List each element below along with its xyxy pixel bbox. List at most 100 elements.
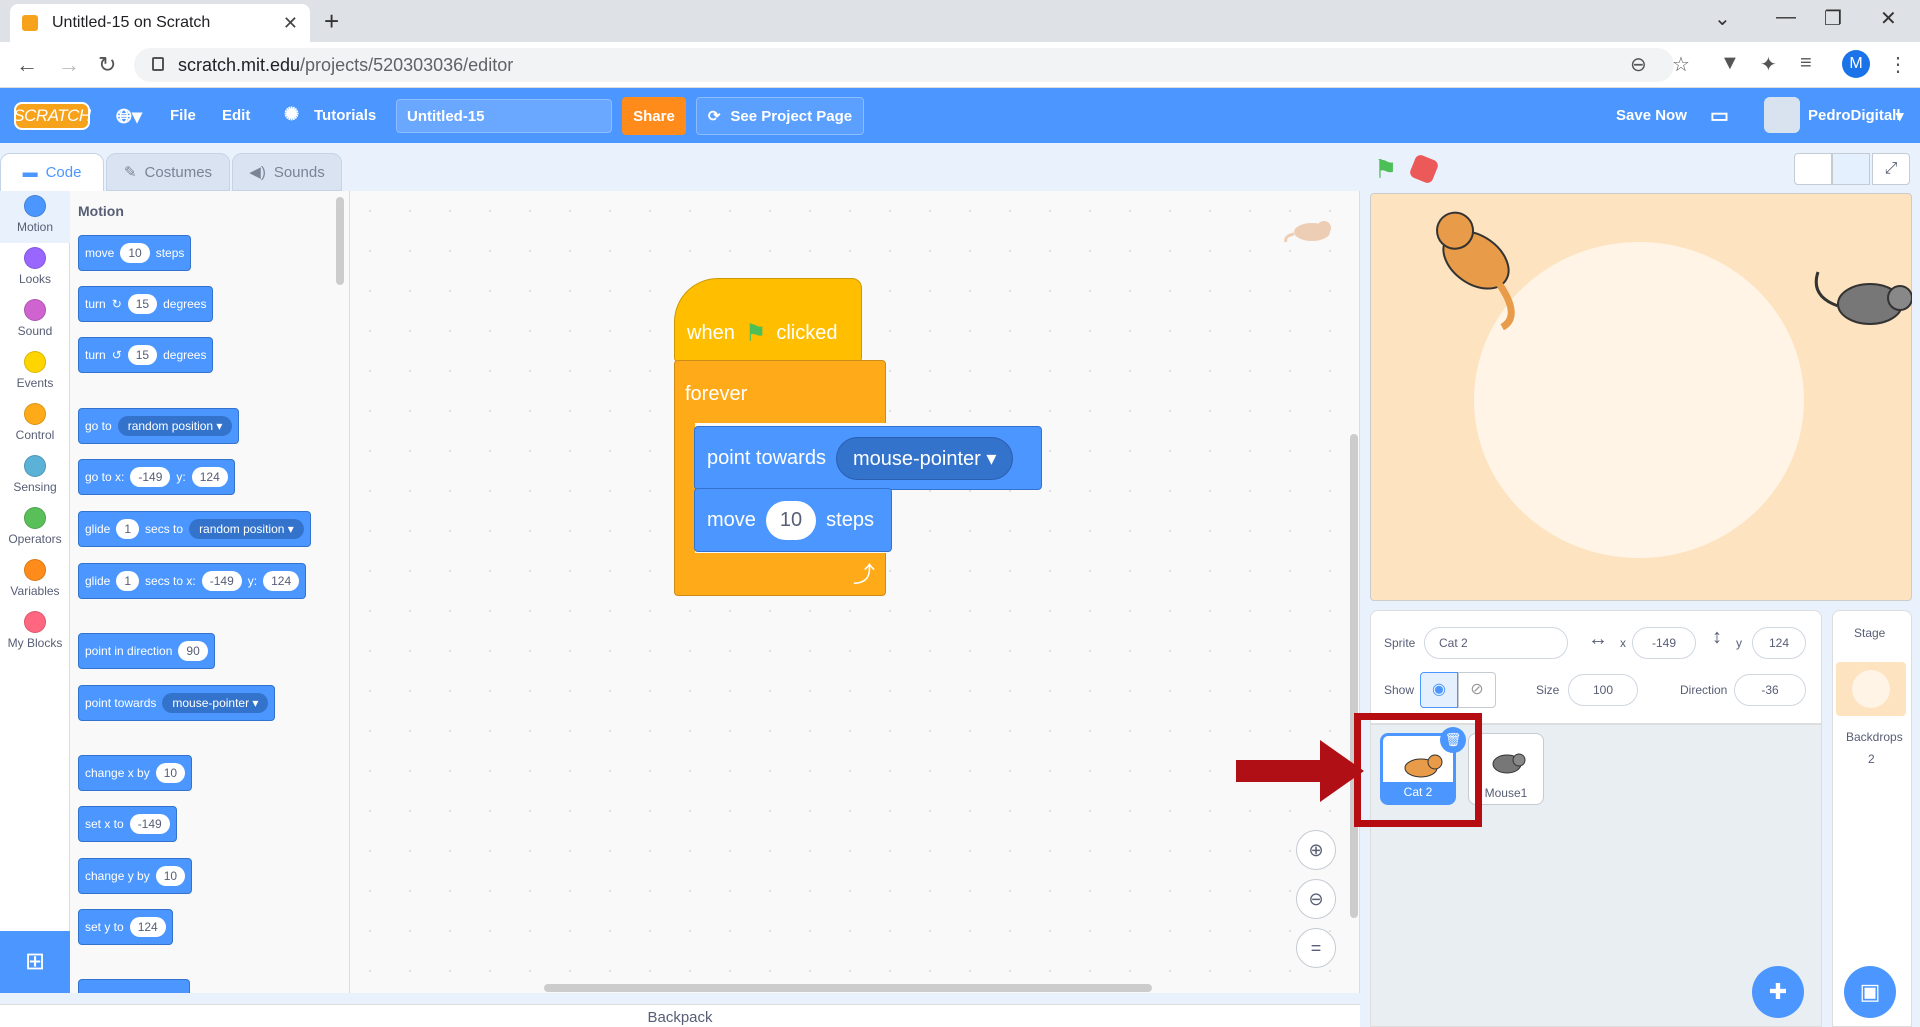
block-glide[interactable]: glide 1 secs to random position ▾ xyxy=(78,511,311,547)
block-input[interactable]: 124 xyxy=(129,917,166,937)
sprite-name-input[interactable]: Cat 2 xyxy=(1424,627,1568,659)
choose-backdrop-icon[interactable]: ▣ xyxy=(1844,966,1896,1018)
direction-input[interactable]: -36 xyxy=(1734,674,1806,706)
browser-tab[interactable]: Untitled-15 on Scratch ✕ xyxy=(10,4,310,42)
tab-code[interactable]: ▬ Code xyxy=(0,153,104,191)
move-steps-block[interactable]: move 10 steps xyxy=(694,488,892,552)
block-input[interactable]: 124 xyxy=(191,467,228,487)
block-input[interactable]: 90 xyxy=(178,641,208,661)
block-point-towards[interactable]: point towards mouse-pointer ▾ xyxy=(78,685,276,721)
block-turn-right[interactable]: turn ↻ 15 degrees xyxy=(78,286,214,322)
y-input[interactable]: 124 xyxy=(1752,627,1806,659)
size-input[interactable]: 100 xyxy=(1568,674,1638,706)
block-input[interactable]: -149 xyxy=(130,467,171,487)
palette-scrollbar[interactable] xyxy=(336,197,344,285)
save-now-button[interactable]: Save Now xyxy=(1616,107,1687,124)
block-dropdown[interactable]: mouse-pointer ▾ xyxy=(162,693,269,713)
block-input[interactable]: 124 xyxy=(263,571,300,591)
zoom-icon[interactable]: ⊖ xyxy=(1630,52,1647,77)
zoom-in-icon[interactable]: ⊕ xyxy=(1296,830,1336,870)
puzzle-icon[interactable]: ✦ xyxy=(1760,52,1777,77)
category-my-blocks[interactable]: My Blocks xyxy=(0,607,70,659)
bookmark-star-icon[interactable]: ☆ xyxy=(1672,52,1690,77)
point-towards-dropdown[interactable]: mouse-pointer ▾ xyxy=(835,436,1014,480)
username-menu[interactable]: PedroDigitall xyxy=(1808,107,1901,124)
folder-icon[interactable]: ▭ xyxy=(1710,103,1729,128)
see-project-page-button[interactable]: ⟳ See Project Page xyxy=(696,97,864,135)
tutorials-menu[interactable]: Tutorials xyxy=(314,107,376,124)
normal-stage-icon[interactable] xyxy=(1832,153,1870,185)
media-icon[interactable]: ≡ xyxy=(1800,52,1812,75)
block-set-y[interactable]: set y to 124 xyxy=(78,909,173,945)
category-sensing[interactable]: Sensing xyxy=(0,451,70,503)
user-avatar[interactable] xyxy=(1764,97,1800,133)
block-go-to[interactable]: go to random position ▾ xyxy=(78,408,240,444)
category-events[interactable]: Events xyxy=(0,347,70,399)
green-flag-icon[interactable]: ⚑ xyxy=(1374,154,1397,185)
cat-sprite[interactable] xyxy=(1416,200,1556,331)
share-button[interactable]: Share xyxy=(622,97,686,135)
new-tab-button[interactable]: + xyxy=(324,6,339,37)
category-motion[interactable]: Motion xyxy=(0,191,70,243)
restore-icon[interactable]: ❐ xyxy=(1824,6,1842,31)
tab-sounds[interactable]: ◀) Sounds xyxy=(232,153,342,191)
block-input[interactable]: 1 xyxy=(116,571,140,591)
extension-icon[interactable]: ▼ xyxy=(1720,52,1740,75)
hide-eye-icon[interactable]: ⊘ xyxy=(1458,672,1496,708)
block-input[interactable]: 10 xyxy=(155,763,186,783)
tab-costumes[interactable]: ✎ Costumes xyxy=(106,153,230,191)
small-stage-icon[interactable] xyxy=(1794,153,1832,185)
move-steps-input[interactable]: 10 xyxy=(765,500,817,540)
block-glide-xy[interactable]: glide 1 secs to x: -149 y: 124 xyxy=(78,563,307,599)
back-icon[interactable]: ← xyxy=(16,52,38,78)
category-operators[interactable]: Operators xyxy=(0,503,70,555)
show-eye-icon[interactable]: ◉ xyxy=(1420,672,1458,708)
backpack-bar[interactable]: Backpack xyxy=(0,1004,1360,1027)
block-input[interactable]: 10 xyxy=(155,866,186,886)
url-field[interactable]: scratch.mit.edu/projects/520303036/edito… xyxy=(134,48,1674,82)
stage-thumbnail[interactable] xyxy=(1836,662,1906,716)
mouse-sprite[interactable] xyxy=(1810,266,1913,336)
block-set-x[interactable]: set x to -149 xyxy=(78,806,177,842)
edit-menu[interactable]: Edit xyxy=(222,107,250,124)
block-partial[interactable] xyxy=(78,979,190,993)
block-input[interactable]: 15 xyxy=(127,345,158,365)
category-sound[interactable]: Sound xyxy=(0,295,70,347)
file-menu[interactable]: File xyxy=(170,107,196,124)
block-dropdown[interactable]: random position ▾ xyxy=(189,519,304,539)
minimize-icon[interactable]: — xyxy=(1776,6,1796,29)
workspace-vscrollbar[interactable] xyxy=(1350,434,1358,918)
block-change-x[interactable]: change x by 10 xyxy=(78,755,193,791)
add-extension-button[interactable]: ⊞ xyxy=(0,931,70,993)
block-go-to-xy[interactable]: go to x: -149 y: 124 xyxy=(78,459,235,495)
menu-kebab-icon[interactable]: ⋮ xyxy=(1888,52,1908,77)
zoom-reset-icon[interactable]: = xyxy=(1296,928,1336,968)
user-caret-icon[interactable]: ▾ xyxy=(1896,107,1904,125)
choose-sprite-icon[interactable]: ✚ xyxy=(1752,966,1804,1018)
workspace-hscrollbar[interactable] xyxy=(544,984,1152,992)
stop-icon[interactable] xyxy=(1408,153,1440,185)
project-title-input[interactable]: Untitled-15 xyxy=(396,99,612,133)
x-input[interactable]: -149 xyxy=(1632,627,1696,659)
tab-search-icon[interactable]: ⌄ xyxy=(1714,6,1731,31)
scratch-logo[interactable]: SCRATCH xyxy=(13,102,91,130)
block-change-y[interactable]: change y by 10 xyxy=(78,858,193,894)
language-globe-icon[interactable]: 🌐︎▾ xyxy=(116,104,142,129)
zoom-out-icon[interactable]: ⊖ xyxy=(1296,879,1336,919)
lightbulb-icon[interactable]: ✺ xyxy=(284,104,299,125)
when-flag-clicked-block[interactable]: when ⚑ clicked xyxy=(674,278,862,362)
category-variables[interactable]: Variables xyxy=(0,555,70,607)
block-input[interactable]: -149 xyxy=(129,814,170,834)
point-towards-block[interactable]: point towards mouse-pointer ▾ xyxy=(694,426,1042,490)
block-input[interactable]: 1 xyxy=(116,519,140,539)
fullscreen-icon[interactable]: ⤢ xyxy=(1872,153,1910,185)
forward-icon[interactable]: → xyxy=(58,52,80,78)
block-input[interactable]: 15 xyxy=(127,294,158,314)
category-looks[interactable]: Looks xyxy=(0,243,70,295)
block-turn-left[interactable]: turn ↺ 15 degrees xyxy=(78,337,214,373)
block-point-in-direction[interactable]: point in direction 90 xyxy=(78,633,215,669)
profile-avatar[interactable]: M xyxy=(1842,50,1870,78)
block-input[interactable]: -149 xyxy=(201,571,242,591)
category-control[interactable]: Control xyxy=(0,399,70,451)
reload-icon[interactable]: ↻ xyxy=(98,52,116,78)
